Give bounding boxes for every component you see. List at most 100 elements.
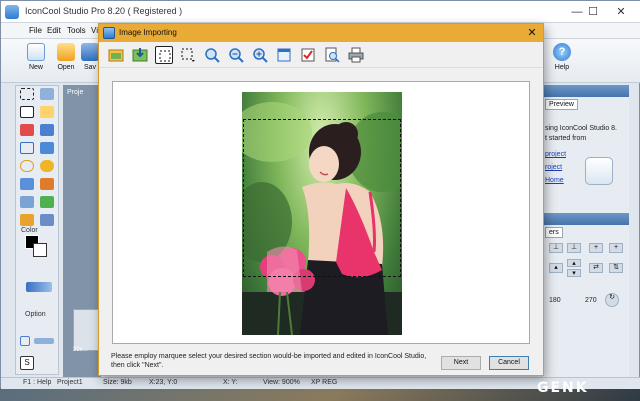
text-icon[interactable] <box>20 214 34 226</box>
link-open-project[interactable]: roject <box>545 164 562 171</box>
dialog-title-bar: Image Importing ✕ <box>99 24 543 42</box>
filled-rectangle-icon[interactable] <box>40 142 54 154</box>
add-layer-icon[interactable]: + <box>609 243 623 253</box>
help-icon: ? <box>553 43 571 61</box>
help-label: Help <box>554 64 570 71</box>
panel-header <box>541 85 629 97</box>
background-color-swatch[interactable] <box>33 243 47 257</box>
help-button[interactable]: ? Help <box>547 43 577 81</box>
rotate-270-label[interactable]: 270 <box>585 297 597 304</box>
dialog-close-button[interactable]: ✕ <box>523 25 541 41</box>
align-bottom-icon[interactable]: ⊥ <box>567 243 581 253</box>
flip-v-icon[interactable]: ⇅ <box>609 263 623 273</box>
panel-header <box>541 213 629 225</box>
new-label: New <box>28 64 43 71</box>
new-button[interactable]: New <box>21 43 51 81</box>
instructions-line-1: Please employ marquee select your desire… <box>111 353 427 360</box>
rotate-180-label[interactable]: 180 <box>549 297 561 304</box>
zoom-actual-icon[interactable] <box>323 46 341 64</box>
fill-icon[interactable] <box>20 178 34 190</box>
color-label: Color <box>21 227 38 234</box>
pencil-icon[interactable] <box>20 106 34 118</box>
image-importing-dialog: Image Importing ✕ Please employ marquee … <box>98 23 544 376</box>
status-project: Project1 <box>57 379 83 386</box>
image-canvas[interactable] <box>112 81 530 344</box>
dialog-title: Image Importing <box>119 28 177 37</box>
smooth-icon[interactable]: S <box>20 356 34 370</box>
effect-icon[interactable] <box>26 282 52 292</box>
menu-view[interactable]: Vi <box>91 26 98 35</box>
app-logo-icon <box>585 157 613 185</box>
option-label: Option <box>25 311 46 318</box>
app-icon <box>5 5 19 19</box>
ellipse-icon[interactable] <box>20 160 34 172</box>
import-icon[interactable] <box>131 46 149 64</box>
instructions-text: Please employ marquee select your desire… <box>111 352 431 370</box>
zoom-in-icon[interactable] <box>203 46 221 64</box>
filled-ellipse-icon[interactable] <box>40 160 54 172</box>
nudge-down-icon[interactable]: ▾ <box>567 269 581 277</box>
main-title-bar: IconCool Studio Pro 8.20 ( Registered ) … <box>1 1 640 23</box>
rect-select-icon[interactable] <box>20 88 34 100</box>
spray-icon[interactable] <box>20 196 34 208</box>
marquee-selection[interactable] <box>243 119 401 277</box>
open-button[interactable]: Open <box>51 43 81 81</box>
save-icon <box>81 43 99 61</box>
menu-edit[interactable]: Edit <box>47 26 61 35</box>
save-button[interactable]: Sav <box>81 43 99 81</box>
print-icon[interactable] <box>347 46 365 64</box>
welcome-text-1: sing IconCool Studio 8. <box>545 125 617 132</box>
marquee-option-icon[interactable] <box>179 46 197 64</box>
option-width-icon[interactable] <box>34 338 54 344</box>
layers-tab[interactable]: ers <box>545 227 563 238</box>
line-icon[interactable] <box>40 124 54 136</box>
status-help: F1 : Help <box>23 379 52 386</box>
fit-window-icon[interactable] <box>275 46 293 64</box>
brush-icon[interactable] <box>40 106 54 118</box>
add-icon[interactable]: + <box>589 243 603 253</box>
nudge-up-icon[interactable]: ▴ <box>567 259 581 267</box>
status-coords-2: X: Y: <box>223 379 238 386</box>
move-up-icon[interactable]: ▴ <box>549 263 563 273</box>
gradient-icon[interactable] <box>40 178 54 190</box>
flip-h-icon[interactable]: ⇄ <box>589 263 603 273</box>
zoom-fit-icon[interactable] <box>251 46 269 64</box>
rotate-icon[interactable]: ↻ <box>605 293 619 307</box>
align-top-icon[interactable]: ⊥ <box>549 243 563 253</box>
menu-file[interactable]: File <box>29 26 42 35</box>
watermark: GENK <box>537 380 589 396</box>
status-view: View: 900% <box>263 379 300 386</box>
status-coords: X:23, Y:0 <box>149 379 178 386</box>
welcome-text-2: t started from <box>545 135 587 142</box>
rectangle-icon[interactable] <box>20 142 34 154</box>
option-shape-icon[interactable] <box>20 336 30 346</box>
open-label: Open <box>57 64 75 71</box>
thumbnail-size-label: 32x... <box>73 347 88 353</box>
instructions-line-2: then click "Next". <box>111 362 164 369</box>
zoom-out-icon[interactable] <box>227 46 245 64</box>
preview-tab[interactable]: Preview <box>545 99 578 110</box>
eyedropper-icon[interactable] <box>20 124 34 136</box>
open-folder-icon <box>57 43 75 61</box>
next-button[interactable]: Next <box>441 356 481 370</box>
dialog-app-icon <box>103 27 115 39</box>
eraser-icon[interactable] <box>40 214 54 226</box>
link-project[interactable]: project <box>545 151 566 158</box>
main-window-title: IconCool Studio Pro 8.20 ( Registered ) <box>25 6 183 16</box>
project-tab[interactable]: Proje <box>67 89 83 96</box>
save-label: Sav <box>83 64 97 71</box>
marquee-select-icon[interactable] <box>155 46 173 64</box>
status-mode: XP REG <box>311 379 338 386</box>
stamp-icon[interactable] <box>40 196 54 208</box>
menu-tools[interactable]: Tools <box>67 26 86 35</box>
imported-photo[interactable] <box>242 92 402 335</box>
lasso-icon[interactable] <box>40 88 54 100</box>
link-home[interactable]: Home <box>545 177 564 184</box>
status-size: Size: 9kb <box>103 379 132 386</box>
check-icon[interactable] <box>299 46 317 64</box>
close-button[interactable]: ✕ <box>601 1 640 23</box>
open-image-icon[interactable] <box>107 46 125 64</box>
new-file-icon <box>27 43 45 61</box>
cancel-button[interactable]: Cancel <box>489 356 529 370</box>
dialog-toolbar <box>99 42 543 68</box>
